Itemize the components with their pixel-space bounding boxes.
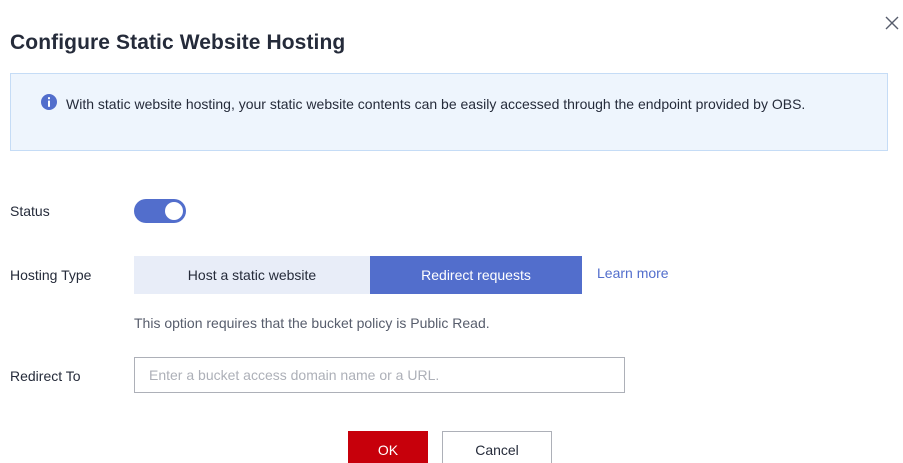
host-static-website-option[interactable]: Host a static website bbox=[134, 256, 370, 294]
redirect-requests-option[interactable]: Redirect requests bbox=[370, 256, 582, 294]
hosting-type-label: Hosting Type bbox=[10, 267, 92, 283]
learn-more-link[interactable]: Learn more bbox=[597, 265, 669, 281]
redirect-url-input[interactable] bbox=[134, 357, 625, 393]
redirect-to-label: Redirect To bbox=[10, 368, 81, 384]
dialog-title: Configure Static Website Hosting bbox=[10, 31, 346, 54]
cancel-button[interactable]: Cancel bbox=[442, 431, 552, 463]
close-icon[interactable] bbox=[883, 14, 901, 32]
status-label: Status bbox=[10, 203, 50, 219]
info-banner: With static website hosting, your static… bbox=[10, 73, 888, 151]
toggle-knob bbox=[165, 202, 183, 220]
info-icon bbox=[41, 94, 57, 110]
ok-button[interactable]: OK bbox=[348, 431, 428, 463]
info-text: With static website hosting, your static… bbox=[66, 96, 806, 112]
status-toggle[interactable] bbox=[134, 199, 186, 223]
policy-hint: This option requires that the bucket pol… bbox=[134, 315, 490, 331]
static-hosting-dialog: Configure Static Website Hosting With st… bbox=[0, 0, 903, 463]
